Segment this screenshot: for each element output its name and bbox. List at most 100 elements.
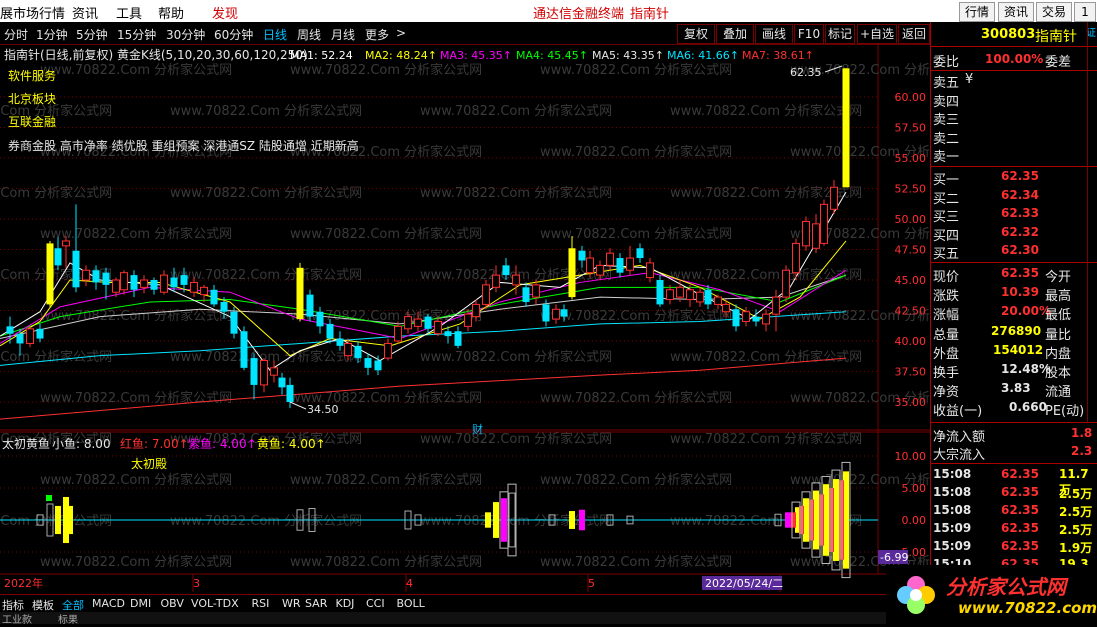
stat-value: 12.48%: [1001, 362, 1051, 376]
candle-body: [842, 68, 850, 188]
panel-scrollbar[interactable]: [1087, 22, 1097, 422]
period-15min[interactable]: 15分钟: [117, 26, 156, 43]
back-button[interactable]: 返回: [898, 24, 930, 44]
kline-chart[interactable]: www.70822.Com 分析家公式网 www.70822.Com 分析家公式网…: [0, 44, 930, 594]
f10-button[interactable]: F10: [794, 24, 824, 44]
period-5min[interactable]: 5分钟: [76, 26, 108, 43]
candle-up: [820, 203, 828, 244]
period-monthly[interactable]: 月线: [331, 26, 355, 43]
price-tick: 47.50: [895, 244, 927, 257]
flow-label: 大宗流入: [933, 448, 986, 463]
indicator-param: 红鱼: 7.00↑: [120, 436, 189, 451]
indicator-caption: 太初殿: [131, 456, 167, 471]
candle-body: [364, 358, 372, 368]
period-daily[interactable]: 日线: [263, 26, 287, 43]
candle-up: [606, 252, 614, 266]
stat-right-label: PE(动): [1045, 404, 1085, 420]
indicator-bar: [55, 505, 61, 535]
candle-body: [326, 323, 334, 339]
low-price-label: 34.50: [307, 403, 339, 416]
tag-beijing[interactable]: 北京板块: [8, 92, 56, 106]
period-60min[interactable]: 60分钟: [214, 26, 253, 43]
logo-text: 分析家公式网: [946, 575, 1066, 599]
tag-internet-finance[interactable]: 互联金融: [8, 114, 56, 129]
stat-right-label: 内盘: [1045, 346, 1072, 362]
candle-up: [772, 296, 780, 315]
stat-right-label: 量比: [1045, 327, 1072, 343]
price-tick: 50.00: [895, 213, 927, 226]
add-watchlist-button[interactable]: +自选: [857, 24, 897, 44]
indicator-tab[interactable]: WR: [282, 597, 301, 610]
candle-up: [472, 303, 480, 318]
indicator-tab[interactable]: SAR: [305, 597, 327, 610]
indicator-tick: 5.00: [902, 482, 927, 495]
indicator-tick: 0.00: [902, 514, 927, 527]
adjust-button[interactable]: 复权: [677, 24, 715, 44]
candle-up: [260, 360, 268, 386]
candle-up: [482, 284, 490, 305]
menu-bar: 展市场行情 资讯 工具 帮助 发现 通达信金融终端 指南针 行情 资讯 交易 1: [0, 0, 1097, 23]
watermark-text: www.70822.Com 分析家公式网: [170, 267, 362, 283]
tick-time: 15:09: [933, 539, 972, 553]
tag-software[interactable]: 软件服务: [8, 68, 56, 83]
flower-logo-icon: [897, 576, 935, 614]
quote-button[interactable]: 行情: [959, 2, 995, 22]
indicator-tab[interactable]: DMI: [130, 597, 151, 610]
candle-up: [666, 289, 674, 301]
news-button[interactable]: 资讯: [998, 2, 1034, 22]
candle-body: [636, 248, 644, 259]
candle-up: [62, 240, 70, 247]
indicator-tab[interactable]: 模板: [32, 597, 54, 613]
indicator-tab[interactable]: RSI: [252, 597, 270, 610]
indicator-param: 黄鱼: 4.00↑: [257, 437, 326, 451]
status-bar: 工业款 标果: [0, 612, 930, 626]
watermark-text: www.70822.Com 分析家公式网: [420, 185, 612, 201]
price-tick: 37.50: [895, 366, 927, 379]
quote-panel: 300803 指南针 证 委比 100.00% 委差 卖五 ¥ 卖四 卖三 卖二 卖一 买一…: [930, 22, 1097, 595]
indicator-tab[interactable]: KDJ: [336, 597, 355, 610]
period-next[interactable]: >: [396, 26, 406, 40]
menu-help[interactable]: 帮助: [158, 3, 184, 22]
indicator-bar: [67, 505, 73, 535]
flow-value: 1.8: [1071, 426, 1093, 440]
indicator-tab[interactable]: MACD: [92, 597, 125, 610]
candle-body: [278, 377, 286, 388]
indicator-tab[interactable]: BOLL: [397, 597, 425, 610]
candle-up: [120, 272, 128, 291]
stat-label: 现价: [933, 270, 960, 285]
candle-up: [414, 318, 422, 327]
mark-button[interactable]: 标记: [825, 24, 855, 44]
indicator-tick: 10.00: [895, 450, 927, 463]
buy-level-price: 62.34: [1001, 187, 1039, 202]
overlay-button[interactable]: 叠加: [716, 24, 754, 44]
menu-news[interactable]: 资讯: [72, 3, 98, 22]
candle-up: [26, 328, 34, 344]
candle-up: [686, 289, 694, 301]
menu-discover[interactable]: 发现: [212, 3, 238, 22]
candle-body: [752, 316, 760, 322]
candle-body: [316, 311, 324, 327]
period-1min[interactable]: 1分钟: [36, 26, 68, 43]
menu-tools[interactable]: 工具: [116, 3, 142, 22]
concept-list: 券商金股 高市净率 绩优股 重组预案 深港通SZ 陆股通增 近期新高: [8, 138, 359, 153]
period-more[interactable]: 更多: [365, 26, 389, 43]
period-intraday[interactable]: 分时: [4, 26, 28, 43]
indicator-tab[interactable]: OBV: [161, 597, 184, 610]
indicator-tab[interactable]: CCI: [366, 597, 385, 610]
finance-marker[interactable]: 财: [472, 422, 483, 436]
indicator-tab[interactable]: VOL-TDX: [191, 597, 239, 610]
trade-button[interactable]: 交易: [1036, 2, 1072, 22]
period-30min[interactable]: 30分钟: [166, 26, 205, 43]
tick-volume: 2.5万: [1059, 505, 1093, 519]
extra-button[interactable]: 1: [1074, 2, 1096, 22]
draw-button[interactable]: 画线: [755, 24, 793, 44]
watermark-text: www.70822.Com 分析家公式网: [170, 103, 362, 119]
watermark-text: www.70822.Com 分析家公式网: [790, 226, 930, 242]
candle-up: [762, 313, 770, 325]
watermark-text: www.70822.Com 分析家公式网: [40, 554, 232, 570]
period-weekly[interactable]: 周线: [297, 26, 321, 43]
stat-right-label: 流通: [1045, 385, 1072, 401]
candle-body: [502, 265, 510, 276]
menu-market[interactable]: 展市场行情: [0, 3, 65, 22]
site-logo: 分析家公式网 www.70822.com: [886, 565, 1097, 624]
